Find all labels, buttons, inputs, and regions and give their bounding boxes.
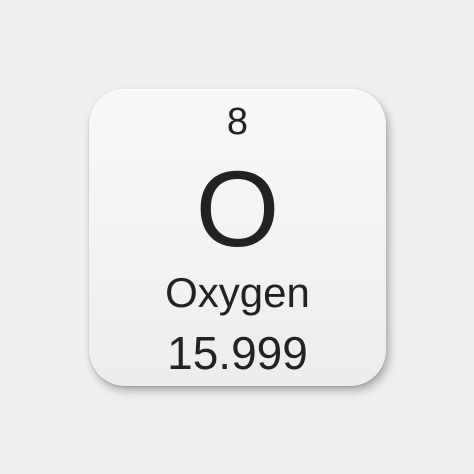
element-name: Oxygen — [165, 269, 310, 316]
atomic-number: 8 — [226, 101, 249, 143]
element-symbol: O — [195, 148, 280, 269]
atomic-mass: 15.999 — [167, 327, 308, 379]
canvas: 8 O Oxygen 15.999 — [0, 0, 474, 474]
element-tile: 8 O Oxygen 15.999 — [89, 89, 386, 386]
